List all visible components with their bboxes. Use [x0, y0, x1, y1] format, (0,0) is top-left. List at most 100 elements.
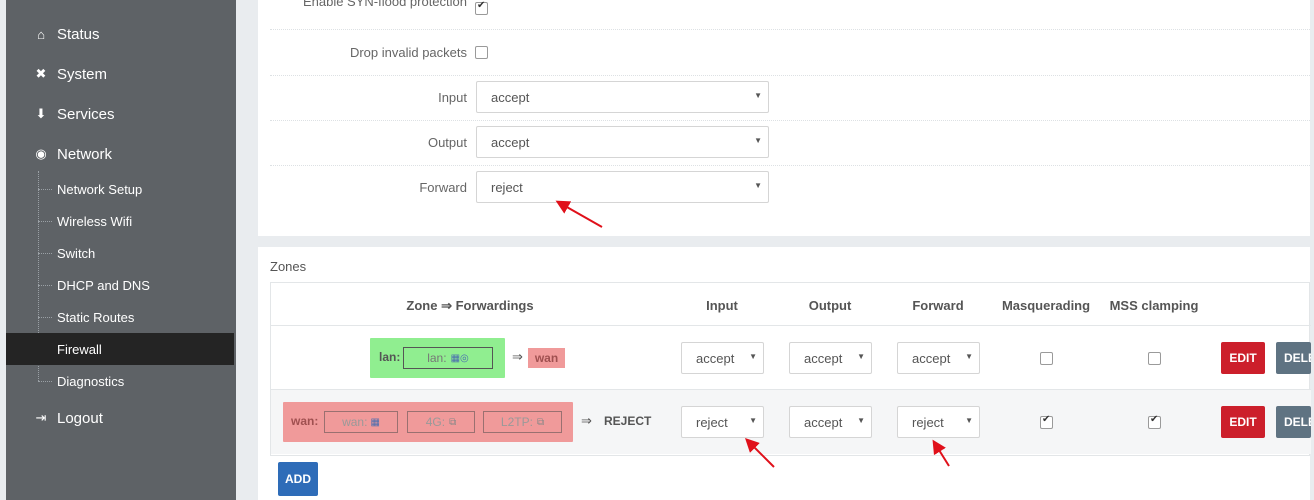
forward-policy-select[interactable]: reject ▼	[476, 171, 769, 203]
logout-icon: ⇥	[35, 410, 47, 425]
synflood-label: Enable SYN-flood protection	[302, 0, 467, 9]
chevron-down-icon: ▼	[857, 352, 865, 361]
network-chip: L2TP: ⧉	[483, 411, 562, 433]
masquerading-checkbox[interactable]	[1040, 352, 1053, 365]
select-value: reject	[696, 414, 728, 430]
select-value: accept	[804, 414, 843, 430]
download-icon: ⬇	[35, 106, 47, 121]
sidebar-item-switch[interactable]: Switch	[6, 237, 234, 269]
sidebar-item-status[interactable]: ⌂ Status	[34, 24, 100, 44]
sidebar-item-label: Firewall	[57, 341, 102, 357]
select-value: accept	[804, 350, 843, 366]
sidebar: ⌂ Status ✖ System ⬇ Services ◉ Network N…	[0, 0, 236, 500]
network-interface-icon: ⧉	[536, 416, 545, 428]
zone-badge-wan: wan: wan: ▦ 4G: ⧉ L2TP: ⧉	[283, 402, 573, 442]
add-zone-button[interactable]: ADD	[278, 462, 318, 496]
globe-icon: ◉	[35, 146, 47, 161]
header-zone-forwardings: Zone ⇒ Forwardings	[406, 298, 534, 313]
network-name: 4G:	[425, 415, 446, 429]
network-chip: lan: ▦◎	[403, 347, 493, 369]
chevron-down-icon: ▼	[749, 352, 757, 361]
header-mss-clamping: MSS clamping	[1109, 298, 1199, 313]
zones-title: Zones	[270, 259, 307, 274]
sidebar-item-label: System	[57, 65, 108, 83]
sidebar-item-network-setup[interactable]: Network Setup	[6, 173, 234, 205]
chevron-down-icon: ▼	[965, 416, 973, 425]
zone-forward-select[interactable]: accept ▼	[897, 342, 980, 374]
chevron-down-icon: ▼	[965, 352, 973, 361]
delete-button[interactable]: DELETE	[1276, 406, 1311, 438]
sidebar-item-diagnostics[interactable]: Diagnostics	[6, 365, 234, 397]
sidebar-item-label: DHCP and DNS	[57, 277, 150, 293]
tools-icon: ✖	[35, 66, 47, 81]
select-value: accept	[491, 134, 530, 150]
sidebar-item-label: Network Setup	[57, 181, 143, 197]
network-interface-icon: ▦	[370, 416, 380, 428]
masquerading-checkbox[interactable]	[1040, 414, 1053, 429]
network-interface-icon: ▦◎	[450, 352, 469, 364]
header-output: Output	[808, 298, 852, 313]
chevron-down-icon: ▼	[754, 181, 762, 190]
chevron-down-icon: ▼	[857, 416, 865, 425]
select-value: accept	[491, 89, 530, 105]
zone-output-select[interactable]: accept ▼	[789, 342, 872, 374]
home-icon: ⌂	[37, 26, 45, 42]
sidebar-item-logout[interactable]: ⇥ Logout	[34, 408, 103, 428]
network-name: L2TP:	[500, 415, 533, 429]
header-input: Input	[706, 298, 738, 313]
forward-label: Forward	[419, 180, 467, 195]
select-value: accept	[912, 350, 951, 366]
row-divider	[270, 165, 1310, 166]
network-name: lan:	[427, 351, 447, 365]
forward-target-reject: REJECT	[604, 414, 652, 428]
sidebar-item-label: Status	[57, 25, 100, 43]
sidebar-item-label: Diagnostics	[57, 373, 125, 389]
input-label: Input	[438, 90, 467, 105]
select-value: accept	[696, 350, 735, 366]
sidebar-item-dhcp-and-dns[interactable]: DHCP and DNS	[6, 269, 234, 301]
header-forward: Forward	[912, 298, 964, 313]
network-chip: wan: ▦	[324, 411, 398, 433]
sidebar-item-firewall[interactable]: Firewall	[6, 333, 234, 365]
drop-invalid-checkbox[interactable]	[475, 46, 488, 59]
input-policy-select[interactable]: accept ▼	[476, 81, 769, 113]
header-masquerading: Masquerading	[1001, 298, 1091, 313]
zone-input-select[interactable]: accept ▼	[681, 342, 764, 374]
network-name: wan:	[342, 415, 368, 429]
drop-invalid-label: Drop invalid packets	[349, 45, 467, 60]
edit-button[interactable]: EDIT	[1221, 406, 1265, 438]
sidebar-item-static-routes[interactable]: Static Routes	[6, 301, 234, 333]
delete-button[interactable]: DELETE	[1276, 342, 1311, 374]
output-policy-select[interactable]: accept ▼	[476, 126, 769, 158]
zone-name: wan:	[291, 414, 319, 428]
sidebar-item-label: Logout	[57, 409, 103, 427]
zone-output-select[interactable]: accept ▼	[789, 406, 872, 438]
sidebar-item-label: Switch	[57, 245, 96, 261]
zone-badge-lan: lan: lan: ▦◎	[370, 338, 505, 378]
sidebar-item-network[interactable]: ◉ Network	[34, 144, 112, 164]
sidebar-item-services[interactable]: ⬇ Services	[34, 104, 115, 124]
forward-target-wan: wan	[528, 348, 565, 368]
zone-input-select[interactable]: reject ▼	[681, 406, 764, 438]
mss-clamping-checkbox[interactable]	[1148, 414, 1161, 429]
network-chip: 4G: ⧉	[407, 411, 475, 433]
synflood-checkbox[interactable]	[475, 0, 488, 15]
mss-clamping-checkbox[interactable]	[1148, 352, 1161, 365]
general-settings-panel: Enable SYN-flood protection Drop invalid…	[258, 0, 1310, 236]
sidebar-item-wireless-wifi[interactable]: Wireless Wifi	[6, 205, 234, 237]
edit-button[interactable]: EDIT	[1221, 342, 1265, 374]
sidebar-item-label: Wireless Wifi	[57, 213, 133, 229]
output-label: Output	[427, 135, 467, 150]
network-interface-icon: ⧉	[449, 416, 457, 428]
zones-panel: Zones Zone ⇒ Forwardings Input Output Fo…	[258, 247, 1311, 500]
zone-forward-select[interactable]: reject ▼	[897, 406, 980, 438]
forward-arrow: ⇒	[581, 413, 592, 428]
select-value: reject	[912, 414, 944, 430]
zone-name: lan:	[379, 350, 401, 364]
sidebar-item-system[interactable]: ✖ System	[34, 64, 107, 84]
table-row: wan: wan: ▦ 4G: ⧉ L2TP: ⧉ ⇒ REJECT rejec…	[271, 389, 1311, 454]
sidebar-item-label: Network	[57, 145, 113, 163]
sidebar-item-label: Static Routes	[57, 309, 135, 325]
row-divider	[270, 75, 1310, 76]
chevron-down-icon: ▼	[754, 136, 762, 145]
